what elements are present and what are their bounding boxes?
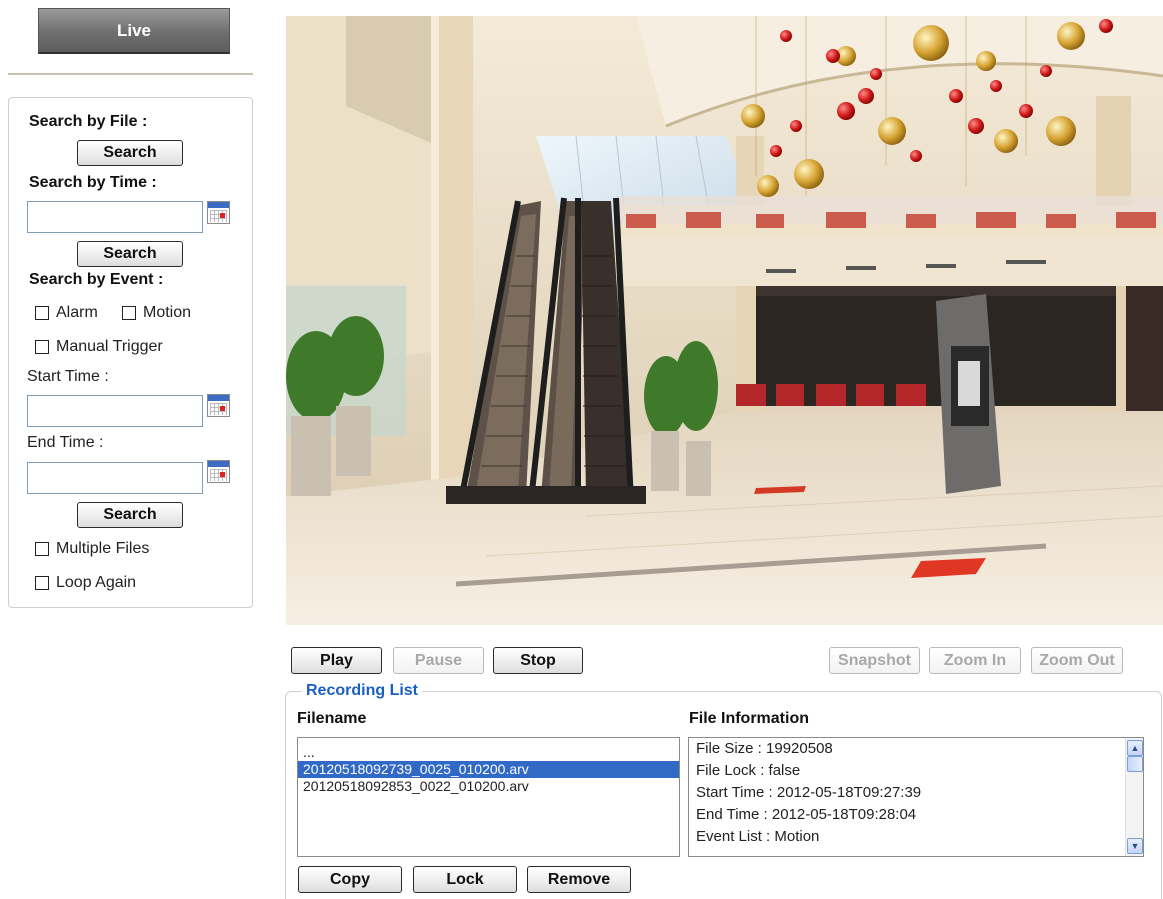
motion-label: Motion bbox=[143, 304, 192, 321]
file-info-line: File Lock : false bbox=[696, 762, 801, 779]
play-button[interactable]: Play bbox=[291, 647, 382, 674]
alarm-label: Alarm bbox=[56, 304, 98, 321]
stop-button[interactable]: Stop bbox=[493, 647, 583, 674]
file-information-header: File Information bbox=[689, 710, 809, 727]
end-time-label: End Time : bbox=[27, 434, 104, 451]
file-info-line: Event List : Motion bbox=[696, 828, 820, 845]
filename-header: Filename bbox=[297, 710, 367, 727]
manual-trigger-checkbox[interactable] bbox=[35, 340, 49, 354]
calendar-icon[interactable] bbox=[207, 460, 230, 483]
info-scrollbar[interactable]: ▲ ▼ bbox=[1125, 738, 1143, 856]
snapshot-button[interactable]: Snapshot bbox=[829, 647, 920, 674]
multiple-files-label: Multiple Files bbox=[56, 540, 150, 557]
pause-button[interactable]: Pause bbox=[393, 647, 484, 674]
loop-again-label: Loop Again bbox=[56, 574, 137, 591]
manual-trigger-label: Manual Trigger bbox=[56, 338, 163, 355]
left-divider bbox=[8, 73, 253, 75]
filename-list[interactable]: ... 20120518092739_0025_010200.arv 2012051… bbox=[297, 737, 680, 857]
end-time-input[interactable] bbox=[27, 462, 203, 494]
scroll-thumb[interactable] bbox=[1127, 756, 1143, 772]
file-list-item[interactable]: 20120518092853_0022_010200.arv bbox=[298, 778, 679, 795]
search-by-event-label: Search by Event : bbox=[29, 271, 164, 288]
file-info-line: File Size : 19920508 bbox=[696, 740, 833, 757]
file-list-item[interactable]: 20120518092739_0025_010200.arv bbox=[298, 761, 679, 778]
video-frame-image bbox=[286, 16, 1163, 625]
scroll-down-icon[interactable]: ▼ bbox=[1127, 838, 1143, 854]
search-time-input[interactable] bbox=[27, 201, 203, 233]
start-time-input[interactable] bbox=[27, 395, 203, 427]
motion-checkbox[interactable] bbox=[122, 306, 136, 320]
recording-list-legend: Recording List bbox=[302, 682, 423, 700]
search-by-time-label: Search by Time : bbox=[29, 174, 157, 191]
search-by-event-button[interactable]: Search bbox=[77, 502, 183, 528]
file-list-item[interactable]: ... bbox=[298, 744, 679, 761]
search-by-file-button[interactable]: Search bbox=[77, 140, 183, 166]
live-button[interactable]: Live bbox=[38, 8, 230, 54]
remove-button[interactable]: Remove bbox=[527, 866, 631, 893]
video-display bbox=[286, 16, 1163, 625]
multiple-files-checkbox[interactable] bbox=[35, 542, 49, 556]
loop-again-checkbox[interactable] bbox=[35, 576, 49, 590]
lock-button[interactable]: Lock bbox=[413, 866, 517, 893]
file-information-box: File Size : 19920508 File Lock : false Sta… bbox=[688, 737, 1144, 857]
calendar-icon[interactable] bbox=[207, 394, 230, 417]
copy-button[interactable]: Copy bbox=[298, 866, 402, 893]
zoom-in-button[interactable]: Zoom In bbox=[929, 647, 1021, 674]
file-info-line: Start Time : 2012-05-18T09:27:39 bbox=[696, 784, 922, 801]
alarm-checkbox[interactable] bbox=[35, 306, 49, 320]
search-by-time-button[interactable]: Search bbox=[77, 241, 183, 267]
start-time-label: Start Time : bbox=[27, 368, 109, 385]
scroll-up-icon[interactable]: ▲ bbox=[1127, 740, 1143, 756]
file-info-line: End Time : 2012-05-18T09:28:04 bbox=[696, 806, 917, 823]
search-by-file-label: Search by File : bbox=[29, 113, 148, 130]
calendar-icon[interactable] bbox=[207, 201, 230, 224]
zoom-out-button[interactable]: Zoom Out bbox=[1031, 647, 1123, 674]
